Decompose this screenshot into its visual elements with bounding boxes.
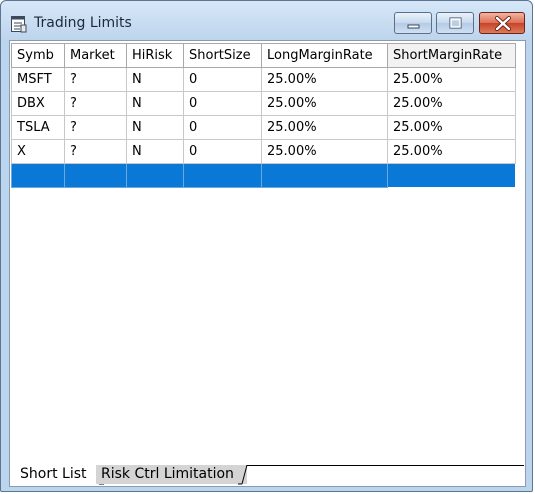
column-header-shortmarginrate[interactable]: ShortMarginRate <box>387 43 516 68</box>
column-header-hirisk[interactable]: HiRisk <box>126 43 184 68</box>
cell-longmarginrate[interactable]: 25.00% <box>261 115 388 140</box>
new-entry-row[interactable] <box>11 163 516 188</box>
cell-shortsize[interactable]: 0 <box>183 115 262 140</box>
trading-limits-grid: Symb Market HiRisk ShortSize LongMarginR… <box>11 43 516 188</box>
cell-shortsize[interactable]: 0 <box>183 91 262 116</box>
cell-symb[interactable]: DBX <box>11 91 65 116</box>
cell-shortmarginrate[interactable]: 25.00% <box>387 139 516 164</box>
cell-longmarginrate[interactable]: 25.00% <box>261 91 388 116</box>
column-header-shortsize[interactable]: ShortSize <box>183 43 262 68</box>
new-entry-cell-shortsize[interactable] <box>183 163 262 188</box>
cell-shortsize[interactable]: 0 <box>183 139 262 164</box>
table-row[interactable]: DBX ? N 0 25.00% 25.00% <box>11 91 516 116</box>
cell-market[interactable]: ? <box>64 139 127 164</box>
cell-shortmarginrate[interactable]: 25.00% <box>387 115 516 140</box>
table-row[interactable]: X ? N 0 25.00% 25.00% <box>11 139 516 164</box>
header-row: Symb Market HiRisk ShortSize LongMarginR… <box>11 43 516 68</box>
cell-market[interactable]: ? <box>64 115 127 140</box>
cell-shortsize[interactable]: 0 <box>183 67 262 92</box>
cell-symb[interactable]: MSFT <box>11 67 65 92</box>
close-button[interactable] <box>479 12 525 34</box>
new-entry-cell-longmarginrate[interactable] <box>261 163 388 188</box>
minimize-button[interactable] <box>394 12 432 34</box>
maximize-button[interactable] <box>436 12 474 34</box>
table-row[interactable]: TSLA ? N 0 25.00% 25.00% <box>11 115 516 140</box>
cell-symb[interactable]: X <box>11 139 65 164</box>
cell-hirisk[interactable]: N <box>126 139 184 164</box>
cell-shortmarginrate[interactable]: 25.00% <box>387 67 516 92</box>
cell-market[interactable]: ? <box>64 67 127 92</box>
cell-longmarginrate[interactable]: 25.00% <box>261 139 388 164</box>
close-icon <box>495 16 511 31</box>
cell-symb[interactable]: TSLA <box>11 115 65 140</box>
tab-short-list[interactable]: Short List <box>11 465 104 484</box>
new-entry-cell-market[interactable] <box>64 163 127 188</box>
minimize-icon <box>407 24 420 29</box>
cell-market[interactable]: ? <box>64 91 127 116</box>
column-header-symb[interactable]: Symb <box>11 43 65 68</box>
maximize-icon <box>449 17 462 29</box>
sheet-tab-bar: Short List Risk Ctrl Limitation <box>11 465 524 485</box>
column-header-market[interactable]: Market <box>64 43 127 68</box>
trading-limits-window: Trading Limits Symb Market HiRisk ShortS… <box>0 0 533 492</box>
cell-hirisk[interactable]: N <box>126 67 184 92</box>
cell-hirisk[interactable]: N <box>126 91 184 116</box>
cell-hirisk[interactable]: N <box>126 115 184 140</box>
new-entry-cell-symb[interactable] <box>11 163 65 188</box>
client-area: Symb Market HiRisk ShortSize LongMarginR… <box>9 40 526 487</box>
column-header-longmarginrate[interactable]: LongMarginRate <box>261 43 388 68</box>
cell-shortmarginrate[interactable]: 25.00% <box>387 91 516 116</box>
cell-longmarginrate[interactable]: 25.00% <box>261 67 388 92</box>
new-entry-cell-shortmarginrate[interactable] <box>387 163 516 188</box>
tab-risk-ctrl-limitation[interactable]: Risk Ctrl Limitation <box>96 465 247 484</box>
new-entry-cell-hirisk[interactable] <box>126 163 184 188</box>
title-bar[interactable]: Trading Limits <box>1 1 532 41</box>
tab-edge-right <box>238 465 248 485</box>
table-row[interactable]: MSFT ? N 0 25.00% 25.00% <box>11 67 516 92</box>
window-title: Trading Limits <box>34 15 132 31</box>
spreadsheet-icon <box>11 16 27 33</box>
